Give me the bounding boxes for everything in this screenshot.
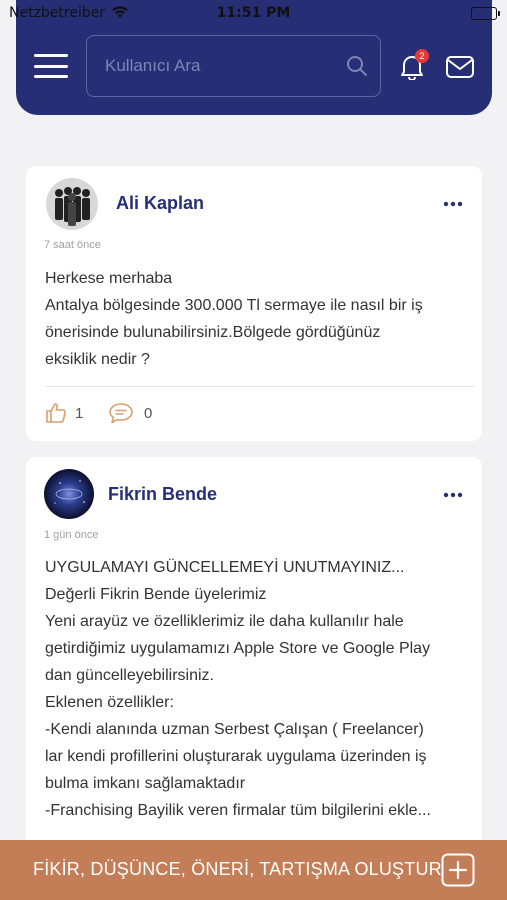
post-line: -Kendi alanında uzman Serbest Çalışan ( … [45, 721, 424, 738]
post-card[interactable]: Fikrin Bende 1 gün önce UYGULAMAYI GÜNCE… [26, 457, 482, 857]
post-line: Herkese merhaba [45, 270, 173, 287]
post-line: dan güncelleyebilirsiniz. [45, 667, 214, 684]
post-line: eksiklik nedir ? [45, 351, 150, 368]
avatar[interactable] [46, 178, 98, 230]
messages-button[interactable] [445, 55, 475, 84]
avatar[interactable] [44, 469, 94, 519]
post-text[interactable]: Herkese merhaba Antalya bölgesinde 300.0… [45, 265, 468, 373]
post-line: UYGULAMAYI GÜNCELLEMEYİ UNUTMAYINIZ... [45, 559, 405, 576]
search-icon[interactable] [346, 55, 368, 82]
like-count: 1 [75, 405, 84, 422]
create-post-label[interactable]: FİKİR, DÜŞÜNCE, ÖNERİ, TARTIŞMA OLUŞTUR [33, 859, 442, 880]
status-bar: Netzbetreiber 11:51 PM [0, 0, 507, 28]
post-line: Yeni arayüz ve özelliklerimiz ile daha k… [45, 613, 404, 630]
clock: 11:51 PM [216, 5, 291, 21]
hamburger-menu-icon[interactable] [34, 54, 68, 78]
add-icon[interactable] [441, 853, 475, 892]
divider [45, 386, 474, 387]
user-search-input[interactable] [105, 36, 335, 96]
create-post-bar[interactable]: FİKİR, DÜŞÜNCE, ÖNERİ, TARTIŞMA OLUŞTUR [0, 840, 507, 900]
post-card[interactable]: Ali Kaplan 7 saat önce Herkese merhaba A… [26, 166, 482, 441]
comment-count: 0 [144, 405, 153, 422]
post-actions: 1 0 [44, 401, 244, 427]
like-icon[interactable] [44, 401, 68, 430]
notification-badge: 2 [415, 49, 429, 63]
more-options-icon[interactable] [442, 485, 464, 505]
post-timestamp: 1 gün önce [44, 529, 99, 541]
post-line: bulma imkanı sağlamaktadır [45, 775, 246, 792]
comment-icon[interactable] [108, 401, 134, 430]
more-options-icon[interactable] [442, 194, 464, 214]
post-line: Değerli Fikrin Bende üyelerimiz [45, 586, 267, 603]
post-line: Antalya bölgesinde 300.000 Tl sermaye il… [45, 297, 423, 314]
post-line: önerisinde bulunabilirsiniz.Bölgede görd… [45, 324, 381, 341]
post-timestamp: 7 saat önce [44, 239, 101, 251]
post-line: -Franchising Bayilik veren firmalar tüm … [45, 802, 431, 819]
post-line: lar kendi profillerini oluşturarak uygul… [45, 748, 427, 765]
battery-icon [471, 7, 500, 20]
post-text[interactable]: UYGULAMAYI GÜNCELLEMEYİ UNUTMAYINIZ... D… [45, 554, 468, 824]
post-author[interactable]: Ali Kaplan [116, 193, 204, 214]
post-line: Eklenen özellikler: [45, 694, 174, 711]
mail-icon [446, 56, 474, 78]
post-author[interactable]: Fikrin Bende [108, 484, 217, 505]
user-search-box[interactable] [86, 35, 381, 97]
notifications-button[interactable]: 2 [400, 49, 429, 82]
post-line: getirdiğimiz uygulamamızı Apple Store ve… [45, 640, 431, 657]
